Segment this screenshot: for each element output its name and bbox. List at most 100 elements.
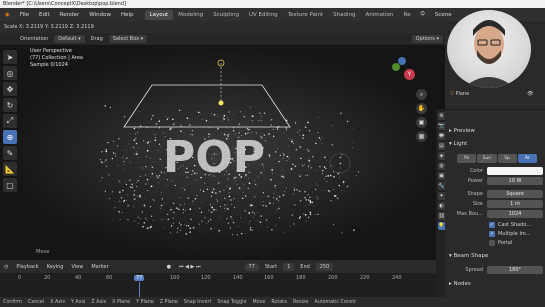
noise-speck (212, 188, 215, 191)
text-3d-pop[interactable]: POP (163, 132, 265, 183)
gizmo-x-axis-icon[interactable] (398, 57, 406, 65)
pan-hand-icon[interactable]: ✋ (416, 103, 427, 114)
properties-panel: ▸ Preview ▾ Light Po Sun Sp Ar Color Pow… (445, 109, 545, 297)
blender-logo-icon[interactable]: ◉ (0, 12, 15, 18)
camera-view-icon[interactable]: ▣ (416, 117, 427, 128)
color-swatch[interactable] (487, 166, 543, 175)
menu-file[interactable]: File (15, 12, 34, 18)
tab-shading[interactable]: Shading (328, 10, 360, 20)
playback-menu[interactable]: Playback (12, 264, 42, 270)
noise-speck (210, 228, 212, 230)
options-dropdown[interactable]: Options ▾ (411, 35, 443, 43)
menu-help[interactable]: Help (116, 12, 139, 18)
noise-speck (313, 205, 315, 207)
move-operator-label[interactable]: Move (36, 249, 49, 255)
scene-icon[interactable]: ⛭ (416, 11, 430, 18)
select-cursor-icon[interactable]: ➤ (3, 50, 17, 64)
scale-tool-icon[interactable]: ⤢ (3, 114, 17, 128)
noise-speck (216, 200, 218, 202)
beam-shape-section[interactable]: ▾ Beam Shape (449, 253, 488, 259)
playback-controls-icon[interactable]: ⏮ ◀ ▶ ⏭ (175, 264, 204, 270)
noise-speck (145, 183, 147, 185)
noise-speck (227, 208, 229, 210)
light-target-dot[interactable] (218, 100, 224, 106)
noise-speck (308, 169, 309, 171)
noise-speck (306, 148, 308, 150)
spread-field[interactable]: 180° (487, 265, 543, 274)
noise-speck (219, 191, 221, 193)
end-frame-field[interactable]: 250 (315, 262, 334, 271)
noise-speck (167, 116, 169, 118)
menu-render[interactable]: Render (55, 12, 85, 18)
noise-speck (275, 198, 278, 200)
keying-menu[interactable]: Keying (43, 264, 68, 270)
preview-section[interactable]: ▸ Preview (449, 128, 475, 134)
gizmo-y-axis-icon[interactable]: Y (404, 69, 415, 80)
noise-speck (250, 227, 252, 229)
measure-tool-icon[interactable]: 📐 (3, 162, 17, 176)
menu-edit[interactable]: Edit (34, 12, 55, 18)
3d-viewport[interactable]: POP User Perspective (77) Collection | A… (0, 45, 445, 260)
3d-cursor-icon[interactable]: ◎ (3, 66, 17, 80)
status-bar: Confirm Cancel X Axis Y Axis Z Axis X Pl… (0, 297, 545, 307)
noise-speck (273, 135, 275, 137)
playhead-line[interactable] (139, 282, 140, 297)
light-type-sun[interactable]: Sun (477, 154, 497, 163)
rotate-tool-icon[interactable]: ↻ (3, 98, 17, 112)
nodes-section[interactable]: ▸ Nodes (449, 281, 471, 287)
current-frame-marker[interactable]: 77 (134, 275, 145, 281)
start-frame-field[interactable]: 1 (283, 262, 295, 271)
cast-shadow-checkbox[interactable]: ✓ (489, 221, 495, 228)
timeline-editor-icon[interactable]: ◷ (0, 264, 12, 270)
shape-dropdown[interactable]: Square (487, 189, 543, 198)
transform-tool-icon[interactable]: ⊕ (3, 130, 17, 144)
menu-window[interactable]: Window (84, 12, 116, 18)
light-section[interactable]: ▾ Light (449, 141, 467, 147)
outliner-row-plane[interactable]: ▽ Plane (450, 91, 469, 97)
max-bounces-field[interactable]: 1024 (487, 209, 543, 218)
scene-selector[interactable]: Scene (430, 12, 457, 18)
status-resize: Resize (293, 299, 309, 305)
noise-speck (138, 179, 139, 181)
portal-checkbox[interactable] (489, 239, 495, 246)
move-tool-icon[interactable]: ✥ (3, 82, 17, 96)
person-silhouette (463, 20, 515, 88)
zoom-icon[interactable]: ⌕ (416, 89, 427, 100)
add-cube-icon[interactable]: ▢ (3, 178, 17, 192)
tab-animation[interactable]: Animation (360, 10, 398, 20)
tab-rendering[interactable]: Re (399, 10, 416, 20)
power-field[interactable]: 10 W (487, 176, 543, 185)
tab-layout[interactable]: Layout (144, 9, 174, 20)
noise-speck (241, 197, 244, 199)
cast-shadow-row[interactable]: ✓ Cast Shado... (489, 220, 545, 229)
light-type-point[interactable]: Po (457, 154, 477, 163)
noise-speck (315, 182, 317, 184)
light-type-area[interactable]: Ar (517, 154, 537, 163)
noise-speck (292, 163, 294, 165)
timeline-body[interactable]: 0 20 40 60 77 100 120 140 160 180 200 22… (0, 273, 436, 297)
tab-sculpting[interactable]: Sculpting (208, 10, 244, 20)
noise-speck (166, 213, 169, 216)
noise-speck (226, 185, 228, 187)
current-frame-field[interactable]: 77 (244, 262, 259, 271)
marker-menu[interactable]: Marker (87, 264, 112, 270)
drag-dropdown[interactable]: Select Box ▾ (108, 35, 148, 43)
noise-speck (170, 225, 173, 227)
multiple-importance-checkbox[interactable]: ✓ (489, 230, 495, 237)
view-menu[interactable]: View (67, 264, 87, 270)
tab-texture-paint[interactable]: Texture Paint (283, 10, 329, 20)
light-type-spot[interactable]: Sp (497, 154, 517, 163)
multiple-importance-row[interactable]: ✓ Multiple Im... (489, 229, 545, 238)
size-field[interactable]: 1 m (487, 199, 543, 208)
portal-row[interactable]: Portal (489, 238, 545, 247)
noise-speck (317, 213, 319, 215)
annotate-tool-icon[interactable]: ✎ (3, 146, 17, 160)
record-button-icon[interactable]: ● (163, 264, 175, 270)
noise-speck (156, 175, 158, 177)
visibility-eye-icon[interactable]: 👁 (527, 91, 533, 97)
tab-modeling[interactable]: Modeling (173, 10, 208, 20)
noise-speck (154, 137, 156, 139)
grid-view-icon[interactable]: ▦ (416, 131, 427, 142)
tab-uv-editing[interactable]: UV Editing (244, 10, 283, 20)
orientation-dropdown[interactable]: Default ▾ (54, 35, 85, 43)
